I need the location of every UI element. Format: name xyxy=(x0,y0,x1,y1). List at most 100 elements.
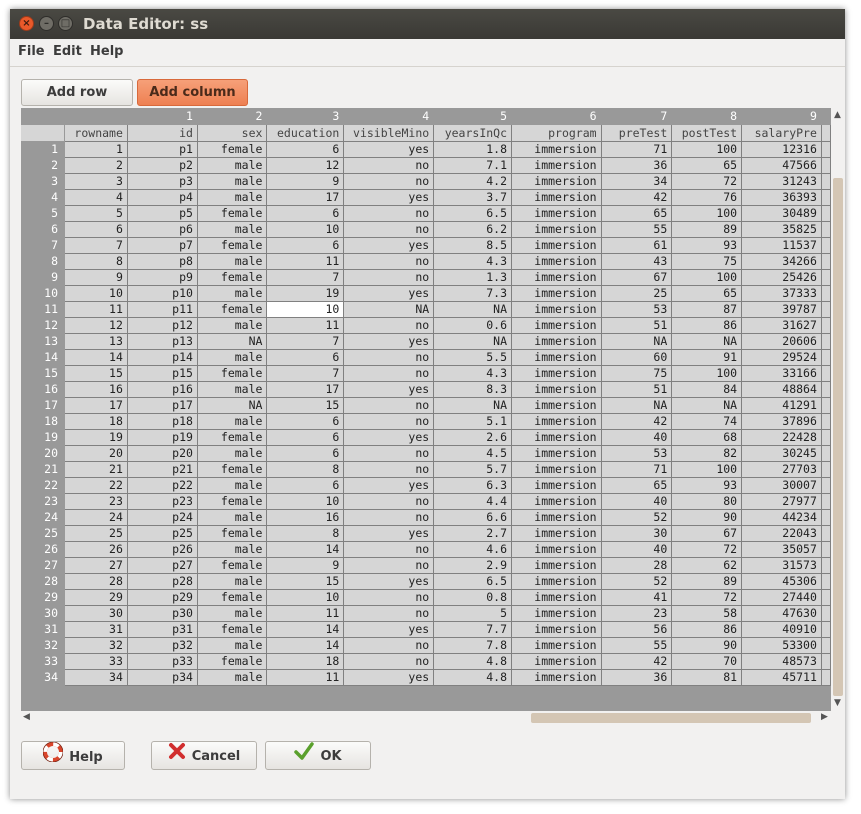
cell-pretest[interactable]: 65 xyxy=(601,477,673,494)
cell-education[interactable]: 19 xyxy=(266,285,345,302)
cell-id[interactable]: p21 xyxy=(127,461,198,478)
ok-button[interactable]: OK xyxy=(265,741,371,770)
cell-program[interactable]: immersion xyxy=(511,557,602,574)
vertical-scrollbar[interactable]: ▲ ▼ xyxy=(831,108,845,712)
cell-sex[interactable]: male xyxy=(197,253,268,270)
cell-salarypre[interactable]: 31243 xyxy=(741,173,822,190)
cell-education[interactable]: 14 xyxy=(266,621,345,638)
cell-posttest[interactable]: 62 xyxy=(671,557,743,574)
cell-program[interactable]: immersion xyxy=(511,173,602,190)
cell-id[interactable]: p27 xyxy=(127,557,198,574)
cell-posttest[interactable]: 68 xyxy=(671,429,743,446)
cell-posttest[interactable]: 89 xyxy=(671,573,743,590)
cell-yearsinqc[interactable]: 5.5 xyxy=(433,349,513,366)
column-header-sex[interactable]: sex xyxy=(197,124,268,142)
cell-education[interactable]: 7 xyxy=(266,269,345,286)
cell-posttest[interactable]: 100 xyxy=(671,141,743,158)
cell-pretest[interactable]: 56 xyxy=(601,621,673,638)
cell-visiblemino[interactable]: no xyxy=(343,173,435,190)
cell-visiblemino[interactable]: no xyxy=(343,461,435,478)
cell-pretest[interactable]: 71 xyxy=(601,461,673,478)
cell-education[interactable]: 7 xyxy=(266,333,345,350)
cell-salarypre[interactable]: 36393 xyxy=(741,189,822,206)
cell-posttest[interactable]: 72 xyxy=(671,541,743,558)
cell-salarypre[interactable]: 30007 xyxy=(741,477,822,494)
cell-posttest[interactable]: 86 xyxy=(671,621,743,638)
cell-yearsinqc[interactable]: 2.6 xyxy=(433,429,513,446)
cell-sex[interactable]: female xyxy=(197,141,268,158)
menu-help[interactable]: Help xyxy=(90,44,123,59)
cell-id[interactable]: p30 xyxy=(127,605,198,622)
cell-pretest[interactable]: 55 xyxy=(601,221,673,238)
cell-rowname[interactable]: 12 xyxy=(64,317,128,334)
cell-posttest[interactable]: 75 xyxy=(671,253,743,270)
cell-salarypre[interactable]: 44234 xyxy=(741,509,822,526)
cell-salarypre[interactable]: 48573 xyxy=(741,653,822,670)
cell-visiblemino[interactable]: no xyxy=(343,557,435,574)
cell-visiblemino[interactable]: yes xyxy=(343,669,435,686)
cell-pretest[interactable]: 42 xyxy=(601,189,673,206)
cell-program[interactable]: immersion xyxy=(511,605,602,622)
cell-sex[interactable]: female xyxy=(197,525,268,542)
cell-posttest[interactable]: 82 xyxy=(671,445,743,462)
cell-sex[interactable]: female xyxy=(197,429,268,446)
cell-id[interactable]: p20 xyxy=(127,445,198,462)
cell-yearsinqc[interactable]: 3.7 xyxy=(433,189,513,206)
menu-edit[interactable]: Edit xyxy=(53,44,82,59)
cell-rowname[interactable]: 9 xyxy=(64,269,128,286)
cell-id[interactable]: p6 xyxy=(127,221,198,238)
cell-yearsinqc[interactable]: 7.1 xyxy=(433,157,513,174)
cell-yearsinqc[interactable]: 2.9 xyxy=(433,557,513,574)
maximize-window-button[interactable]: □ xyxy=(58,16,73,31)
add-row-button[interactable]: Add row xyxy=(21,79,133,106)
cell-id[interactable]: p29 xyxy=(127,589,198,606)
cell-program[interactable]: immersion xyxy=(511,429,602,446)
cell-rowname[interactable]: 24 xyxy=(64,509,128,526)
help-button[interactable]: Help xyxy=(21,741,125,770)
cell-pretest[interactable]: 23 xyxy=(601,605,673,622)
cell-visiblemino[interactable]: NA xyxy=(343,301,435,318)
cell-pretest[interactable]: 67 xyxy=(601,269,673,286)
cell-education[interactable]: 11 xyxy=(266,669,345,686)
cell-yearsinqc[interactable]: 4.8 xyxy=(433,653,513,670)
cell-salarypre[interactable]: 31627 xyxy=(741,317,822,334)
cell-rowname[interactable]: 29 xyxy=(64,589,128,606)
cell-visiblemino[interactable]: no xyxy=(343,637,435,654)
column-header-yearsinqc[interactable]: yearsInQc xyxy=(433,124,513,142)
cell-sex[interactable]: male xyxy=(197,349,268,366)
cell-sex[interactable]: male xyxy=(197,221,268,238)
cell-yearsinqc[interactable]: 4.3 xyxy=(433,365,513,382)
cell-visiblemino[interactable]: yes xyxy=(343,381,435,398)
cell-posttest[interactable]: 67 xyxy=(671,525,743,542)
cell-posttest[interactable]: NA xyxy=(671,397,743,414)
cell-salarypre[interactable]: 31573 xyxy=(741,557,822,574)
cell-program[interactable]: immersion xyxy=(511,157,602,174)
cell-sex[interactable]: NA xyxy=(197,397,268,414)
cell-education[interactable]: 18 xyxy=(266,653,345,670)
cell-id[interactable]: p16 xyxy=(127,381,198,398)
cell-education[interactable]: 12 xyxy=(266,157,345,174)
cell-salarypre[interactable]: 35057 xyxy=(741,541,822,558)
cell-id[interactable]: p17 xyxy=(127,397,198,414)
cell-yearsinqc[interactable]: 5.7 xyxy=(433,461,513,478)
cell-yearsinqc[interactable]: 7.3 xyxy=(433,285,513,302)
cell-sex[interactable]: male xyxy=(197,509,268,526)
cell-posttest[interactable]: 87 xyxy=(671,301,743,318)
column-header-education[interactable]: education xyxy=(266,124,345,142)
vertical-scroll-thumb[interactable] xyxy=(833,178,843,696)
cell-pretest[interactable]: 53 xyxy=(601,445,673,462)
cell-rowname[interactable]: 2 xyxy=(64,157,128,174)
cell-posttest[interactable]: 72 xyxy=(671,173,743,190)
cell-program[interactable]: immersion xyxy=(511,269,602,286)
cell-salarypre[interactable]: 11537 xyxy=(741,237,822,254)
cell-id[interactable]: p14 xyxy=(127,349,198,366)
cell-education[interactable]: 10 xyxy=(266,589,345,606)
cell-education[interactable]: 10 xyxy=(266,493,345,510)
cell-rowname[interactable]: 34 xyxy=(64,669,128,686)
cell-sex[interactable]: female xyxy=(197,493,268,510)
cell-education[interactable]: 8 xyxy=(266,461,345,478)
cell-visiblemino[interactable]: no xyxy=(343,349,435,366)
cell-yearsinqc[interactable]: 6.2 xyxy=(433,221,513,238)
cell-yearsinqc[interactable]: 4.8 xyxy=(433,669,513,686)
cell-sex[interactable]: male xyxy=(197,541,268,558)
